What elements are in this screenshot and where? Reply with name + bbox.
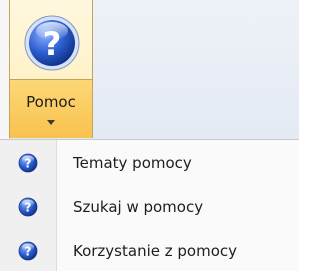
menu-item-search-help[interactable]: ? Szukaj w pomocy (0, 187, 299, 227)
svg-text:?: ? (25, 245, 32, 259)
help-circle-icon: ? (18, 153, 38, 173)
menu-item-label: Tematy pomocy (73, 154, 192, 172)
svg-text:?: ? (25, 157, 32, 171)
menu-item-label: Korzystanie z pomocy (73, 242, 237, 260)
menu-item-label: Szukaj w pomocy (73, 198, 204, 216)
menu-item-help-topics[interactable]: ? Tematy pomocy (0, 143, 299, 183)
help-dropdown-part[interactable]: Pomoc (10, 79, 92, 138)
ribbon-panel: ? Pomoc (0, 0, 299, 139)
help-button[interactable]: ? Pomoc (9, 0, 93, 138)
menu-item-using-help[interactable]: ? Korzystanie z pomocy (0, 231, 299, 271)
help-button-label: Pomoc (26, 93, 76, 111)
svg-text:?: ? (25, 201, 32, 215)
ribbon-edge (0, 0, 9, 139)
help-dropdown-menu: ? Tematy pomocy ? Szukaj w pomocy ? Korz… (0, 139, 299, 271)
help-circle-icon: ? (24, 15, 80, 71)
help-circle-icon: ? (18, 197, 38, 217)
chevron-down-icon (47, 120, 55, 125)
help-circle-icon: ? (18, 241, 38, 261)
svg-text:?: ? (43, 25, 62, 63)
